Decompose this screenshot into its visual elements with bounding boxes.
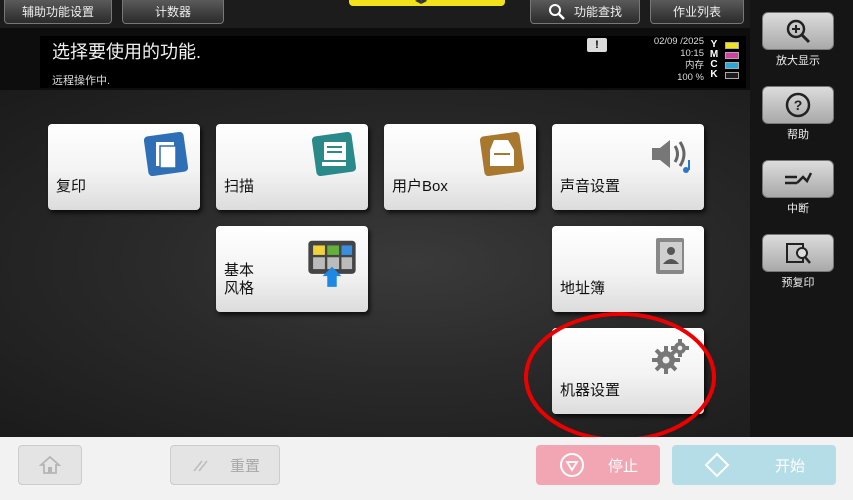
reset-button[interactable]: 重置 (170, 445, 280, 485)
tile-basic-style-line1: 基本 (224, 262, 255, 279)
job-list-button[interactable]: 作业列表 (650, 0, 744, 24)
memory-label: 内存 (684, 60, 704, 71)
tile-address-book[interactable]: 地址簿 (552, 226, 704, 312)
address-book-icon (656, 238, 684, 274)
preview-icon (786, 243, 811, 264)
preview-button[interactable] (762, 234, 834, 272)
preview-label: 预复印 (781, 277, 815, 289)
toner-letters: Y M C K (708, 40, 720, 80)
toner-bar-cyan (725, 62, 739, 69)
stop-button[interactable]: 停止 (536, 445, 660, 485)
accessibility-button[interactable]: 辅助功能设置 (4, 0, 112, 24)
basic-style-icon (308, 240, 356, 287)
reset-icon (193, 460, 208, 472)
tile-sound-settings-label: 声音设置 (560, 178, 621, 195)
function-search-button[interactable]: 功能查找 (530, 0, 640, 24)
panel-tab-mark: ◀▶ (415, 0, 428, 5)
search-icon (548, 3, 565, 20)
start-button[interactable]: 开始 (672, 445, 836, 485)
status-block: 02/09 /2025 10:15 内存 100 % (640, 36, 704, 84)
tile-scan[interactable]: 扫描 (216, 124, 368, 210)
accessibility-label: 辅助功能设置 (21, 5, 94, 19)
help-icon: ? (785, 92, 811, 118)
toner-bar-magenta (725, 52, 739, 59)
sound-icon (652, 140, 690, 173)
warning-icon[interactable]: ! (587, 38, 607, 52)
counter-label: 计数器 (154, 5, 191, 19)
bottom-bar: 重置 停止 开始 (0, 437, 853, 500)
toner-bar-black (725, 72, 739, 79)
user-box-icon (480, 132, 524, 176)
home-icon (39, 455, 61, 474)
tile-basic-style-line2: 风格 (224, 280, 255, 297)
interrupt-button[interactable] (762, 160, 834, 198)
function-search-label: 功能查找 (573, 5, 622, 19)
panel-tab[interactable]: ◀▶ (349, 0, 505, 6)
memory-value: 100 % (677, 72, 704, 83)
time-text: 10:15 (680, 48, 704, 59)
copy-icon (144, 132, 188, 176)
start-icon (704, 452, 730, 478)
tile-copy[interactable]: 复印 (48, 124, 200, 210)
tile-scan-label: 扫描 (224, 178, 255, 195)
interrupt-label: 中断 (787, 203, 809, 215)
stop-icon (559, 453, 584, 477)
start-label: 开始 (774, 457, 805, 475)
zoom-button[interactable] (762, 12, 834, 50)
highlight-circle (524, 312, 716, 442)
counter-button[interactable]: 计数器 (122, 0, 224, 24)
top-toolbar: 辅助功能设置 计数器 ◀▶ 功能查找 作业列表 (0, 0, 853, 28)
interrupt-icon (785, 172, 813, 185)
home-button[interactable] (18, 445, 82, 485)
tile-user-box-label: 用户Box (392, 178, 448, 195)
date-text: 02/09 /2025 (653, 36, 704, 47)
toner-bar-yellow (725, 42, 739, 49)
help-button[interactable]: ? (762, 86, 834, 124)
zoom-in-icon (786, 19, 811, 44)
tile-sound-settings[interactable]: 声音设置 (552, 124, 704, 210)
tile-copy-label: 复印 (56, 178, 87, 195)
toner-letter-k: K (710, 69, 718, 80)
reset-label: 重置 (229, 457, 260, 475)
tile-basic-style-label: 基本 风格 (224, 262, 254, 298)
job-list-label: 作业列表 (672, 5, 721, 19)
scan-icon (312, 132, 356, 176)
zoom-label: 放大显示 (776, 55, 820, 67)
tile-address-book-label: 地址簿 (560, 280, 606, 297)
message-sub: 远程操作中. (52, 75, 111, 87)
stop-label: 停止 (607, 457, 638, 475)
toner-levels (725, 42, 739, 82)
tile-basic-style[interactable]: 基本 风格 (216, 226, 368, 312)
right-panel: 放大显示 ? 帮助 中断 预复印 (750, 0, 853, 437)
svg-text:?: ? (794, 97, 803, 113)
message-title: 选择要使用的功能. (52, 42, 202, 62)
message-bar: 选择要使用的功能. 远程操作中. ! 02/09 /2025 10:15 内存 … (40, 36, 746, 88)
tile-user-box[interactable]: 用户Box (384, 124, 536, 210)
help-label: 帮助 (787, 129, 809, 141)
